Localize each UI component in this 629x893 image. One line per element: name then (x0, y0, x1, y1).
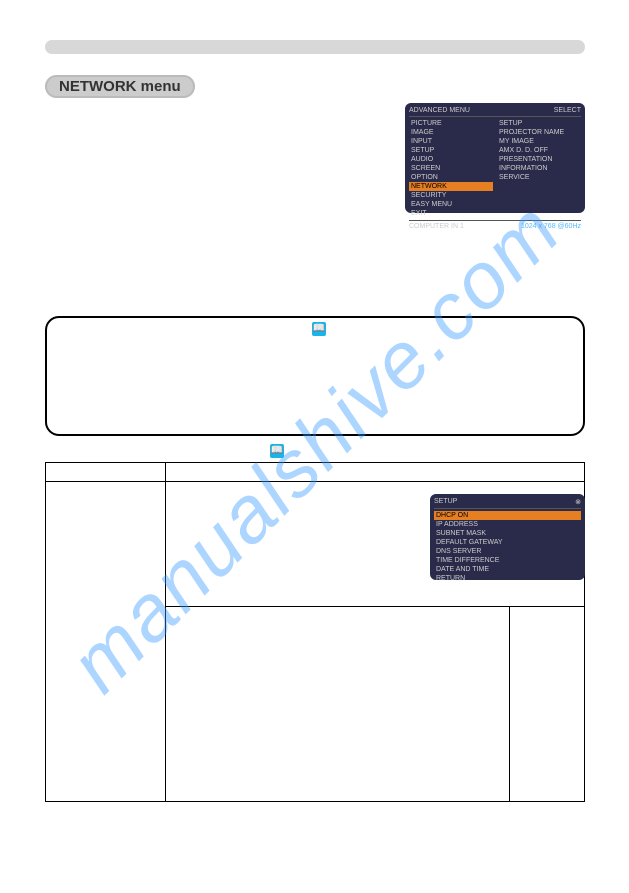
footer-resolution: 1024 x 768 @60Hz (521, 223, 581, 230)
manual-reference-icon: 📖 (312, 322, 326, 336)
menu-item: DATE AND TIME (434, 565, 581, 574)
menu-item: TIME DIFFERENCE (434, 556, 581, 565)
menu-right-column: SETUP PROJECTOR NAME MY IMAGE AMX D. D. … (497, 119, 581, 218)
menu-item-network-highlighted: NETWORK (409, 182, 493, 191)
menu-item: IP ADDRESS (434, 520, 581, 529)
table-cell (46, 482, 166, 802)
footer-source: COMPUTER IN 1 (409, 223, 464, 230)
menu-item-dhcp-highlighted: DHCP ON (434, 511, 581, 520)
menu-item: DNS SERVER (434, 547, 581, 556)
table-header-cell (46, 463, 166, 482)
table-header-cell (166, 463, 585, 482)
menu-item: AMX D. D. OFF (497, 146, 581, 155)
advanced-menu-screenshot: ADVANCED MENU SELECT PICTURE IMAGE INPUT… (405, 103, 585, 213)
menu-item: INFORMATION (497, 164, 581, 173)
menu-item: RETURN (434, 574, 581, 583)
close-icon: ⊗ (575, 498, 581, 506)
menu-item: AUDIO (409, 155, 493, 164)
menu-item: DEFAULT GATEWAY (434, 538, 581, 547)
menu-left-column: PICTURE IMAGE INPUT SETUP AUDIO SCREEN O… (409, 119, 493, 218)
menu-item: IMAGE (409, 128, 493, 137)
menu-item: SUBNET MASK (434, 529, 581, 538)
menu-select-label: SELECT (554, 107, 581, 114)
menu-item: PICTURE (409, 119, 493, 128)
menu-item: OPTION (409, 173, 493, 182)
menu-item: SETUP (497, 119, 581, 128)
menu-item: SETUP (409, 146, 493, 155)
menu-item: EASY MENU (409, 200, 493, 209)
table-cell (510, 607, 585, 802)
menu-item: SCREEN (409, 164, 493, 173)
menu-item: EXIT (409, 209, 493, 218)
setup-menu-screenshot: SETUP ⊗ DHCP ON IP ADDRESS SUBNET MASK D… (430, 494, 585, 580)
menu-title: SETUP (434, 498, 457, 506)
table-cell (166, 607, 510, 802)
menu-item: MY IMAGE (497, 137, 581, 146)
menu-item: INPUT (409, 137, 493, 146)
section-title-badge: NETWORK menu (45, 75, 195, 98)
menu-item: SERVICE (497, 173, 581, 182)
menu-item: SECURITY (409, 191, 493, 200)
menu-item: PRESENTATION (497, 155, 581, 164)
header-bar (45, 40, 585, 54)
menu-title: ADVANCED MENU (409, 107, 470, 114)
menu-item: PROJECTOR NAME (497, 128, 581, 137)
manual-reference-icon: 📖 (270, 444, 284, 458)
